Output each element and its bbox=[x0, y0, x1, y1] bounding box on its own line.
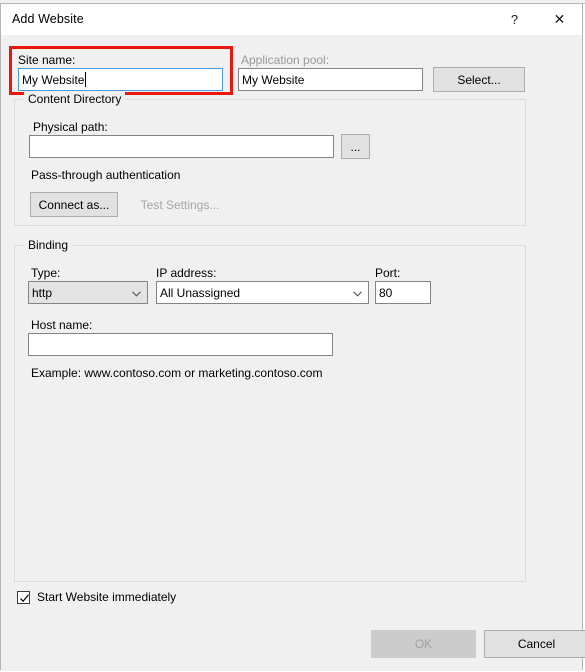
port-value: 80 bbox=[379, 285, 393, 300]
host-name-label: Host name: bbox=[31, 318, 93, 332]
close-button[interactable]: ✕ bbox=[537, 4, 582, 35]
dialog-title: Add Website bbox=[12, 12, 84, 26]
browse-physical-path-button[interactable]: ... bbox=[341, 134, 370, 159]
select-app-pool-button[interactable]: Select... bbox=[433, 67, 525, 92]
physical-path-label: Physical path: bbox=[33, 120, 108, 134]
ok-button: OK bbox=[371, 630, 476, 658]
ip-address-select[interactable]: All Unassigned bbox=[156, 281, 369, 304]
site-name-value: My Website bbox=[22, 72, 85, 87]
site-name-input[interactable]: My Website bbox=[18, 68, 223, 91]
start-website-checkbox[interactable] bbox=[17, 590, 30, 604]
text-caret bbox=[85, 72, 87, 87]
site-name-label: Site name: bbox=[18, 53, 76, 67]
start-website-label: Start Website immediately bbox=[37, 590, 177, 604]
test-settings-button: Test Settings... bbox=[140, 197, 220, 212]
binding-group-title: Binding bbox=[24, 238, 73, 252]
binding-type-select[interactable]: http bbox=[28, 281, 148, 304]
close-x-icon: ✕ bbox=[553, 11, 566, 27]
ip-address-value: All Unassigned bbox=[160, 285, 241, 300]
question-mark-icon: ? bbox=[510, 12, 519, 27]
application-pool-input[interactable]: My Website bbox=[238, 68, 423, 91]
connect-as-button[interactable]: Connect as... bbox=[30, 192, 118, 217]
application-pool-value: My Website bbox=[242, 72, 305, 87]
title-bar: Add Website ? ✕ bbox=[1, 4, 582, 35]
binding-type-label: Type: bbox=[31, 266, 61, 280]
port-input[interactable]: 80 bbox=[375, 281, 431, 304]
help-button[interactable]: ? bbox=[492, 4, 537, 35]
cancel-button[interactable]: Cancel bbox=[484, 630, 585, 658]
host-name-example-text: Example: www.contoso.com or marketing.co… bbox=[31, 366, 323, 380]
start-website-checkbox-row[interactable]: Start Website immediately bbox=[17, 590, 176, 604]
ip-address-label: IP address: bbox=[156, 266, 217, 280]
host-name-input[interactable] bbox=[28, 333, 333, 356]
pass-through-authentication-label: Pass-through authentication bbox=[31, 168, 181, 182]
binding-type-value: http bbox=[32, 285, 53, 300]
application-pool-label: Application pool: bbox=[241, 53, 330, 67]
dialog-body: Site name: My Website Application pool: … bbox=[1, 35, 585, 671]
port-label: Port: bbox=[375, 266, 401, 280]
chevron-down-icon bbox=[132, 290, 141, 299]
checkmark-icon bbox=[20, 593, 29, 602]
content-directory-group-title: Content Directory bbox=[24, 92, 126, 106]
add-website-dialog: Add Website ? ✕ Site name: My Website Ap… bbox=[0, 3, 585, 671]
ellipsis-icon: ... bbox=[350, 139, 361, 154]
physical-path-input[interactable] bbox=[29, 135, 334, 158]
chevron-down-icon bbox=[353, 290, 362, 299]
